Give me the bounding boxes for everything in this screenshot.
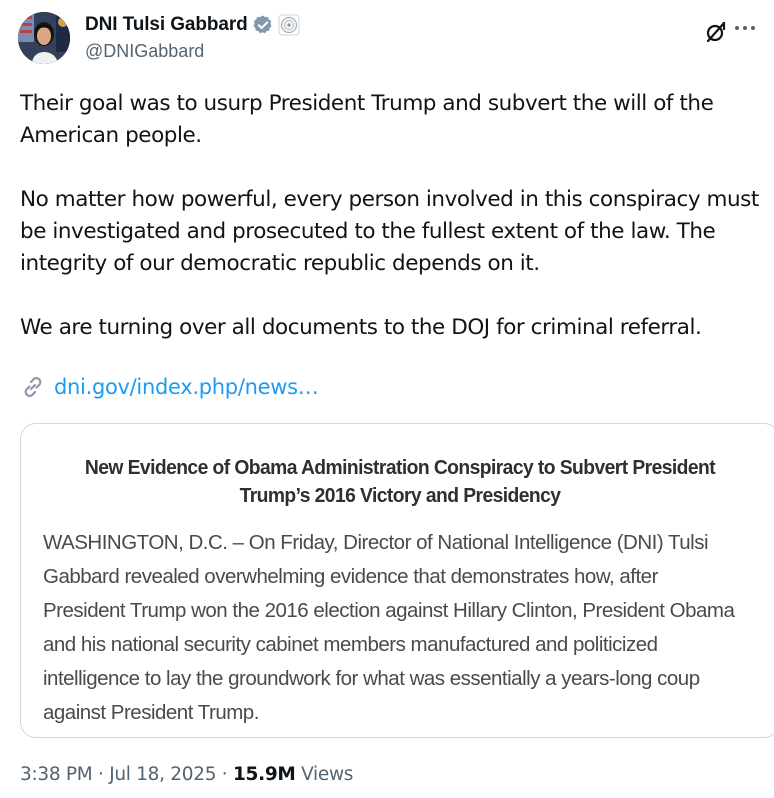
verified-badge-icon[interactable]	[252, 14, 274, 36]
card-body-line: President Trump won the 2016 election ag…	[43, 599, 735, 622]
tweet-link[interactable]: dni.gov/index.php/news…	[20, 374, 319, 400]
author-name-row: DNI Tulsi Gabbard	[85, 14, 300, 36]
card-body-line: and his national security cabinet member…	[43, 633, 658, 656]
views-count: 15.9M	[232, 764, 296, 785]
views-label: Views	[301, 764, 354, 785]
link-preview-card[interactable]: New Evidence of Obama Administration Con…	[20, 423, 774, 738]
avatar[interactable]	[18, 12, 70, 64]
meta-separator: ·	[92, 764, 110, 785]
tweet-paragraph: We are turning over all documents to the…	[20, 315, 702, 340]
link-text[interactable]: dni.gov/index.php/news…	[54, 375, 319, 399]
tweet-paragraph: No matter how powerful, every person inv…	[20, 187, 759, 276]
card-body-line: WASHINGTON, D.C. – On Friday, Director o…	[43, 531, 709, 554]
affiliation-seal-icon[interactable]	[278, 14, 300, 36]
avatar-image	[18, 12, 70, 64]
tweet-text: Their goal was to usurp President Trump …	[20, 88, 765, 376]
tweet-meta: 3:38 PM · Jul 18, 2025 · 15.9M Views	[20, 764, 353, 785]
author-name[interactable]: DNI Tulsi Gabbard	[85, 14, 248, 36]
author-handle[interactable]: @DNIGabbard	[85, 41, 204, 62]
more-icon[interactable]	[732, 16, 758, 40]
tweet-header: DNI Tulsi Gabbard @DNIGabbard	[18, 12, 758, 66]
meta-separator: ·	[216, 764, 233, 785]
card-title-line: Trump’s 2016 Victory and Presidency	[239, 484, 561, 507]
card-title: New Evidence of Obama Administration Con…	[53, 454, 747, 510]
card-body-line: intelligence to lay the groundwork for w…	[43, 667, 700, 690]
tweet-paragraph: Their goal was to usurp President Trump …	[20, 91, 714, 148]
card-title-line: New Evidence of Obama Administration Con…	[84, 456, 716, 479]
tweet-time[interactable]: 3:38 PM	[20, 764, 93, 785]
grok-icon[interactable]	[704, 20, 728, 44]
card-body-line: Gabbard revealed overwhelming evidence t…	[43, 565, 658, 588]
tweet-date[interactable]: Jul 18, 2025	[109, 764, 216, 785]
link-icon	[20, 374, 46, 400]
card-body: WASHINGTON, D.C. – On Friday, Director o…	[43, 526, 763, 730]
card-body-line: against President Trump.	[43, 701, 259, 724]
